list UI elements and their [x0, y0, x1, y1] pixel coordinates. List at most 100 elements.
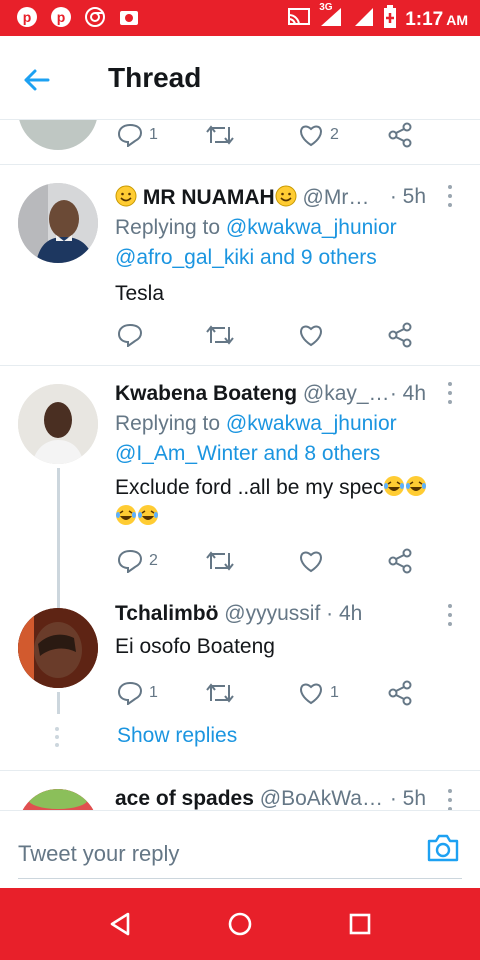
svg-text:p: p — [57, 9, 66, 25]
heart-icon — [300, 551, 322, 573]
retweet-button[interactable] — [205, 120, 235, 150]
reply-button[interactable] — [117, 320, 149, 350]
reply-button[interactable]: 1 — [117, 678, 158, 708]
home-circle-icon — [228, 912, 252, 936]
heart-icon — [300, 325, 322, 347]
camera-button[interactable] — [426, 833, 462, 869]
like-count: 2 — [330, 126, 339, 143]
heart-icon — [300, 125, 322, 147]
more-options-button[interactable] — [442, 602, 458, 628]
like-button[interactable] — [298, 320, 330, 350]
display-name[interactable]: Kwabena Boateng — [115, 382, 297, 405]
pinterest-icon: p — [50, 6, 72, 28]
reply-others-link[interactable]: @afro_gal_kiki and 9 others — [115, 246, 377, 269]
nav-back-button[interactable] — [100, 906, 140, 942]
retweet-icon — [206, 683, 234, 703]
reply-icon — [117, 681, 143, 705]
signal-3g-icon: 3G — [319, 2, 345, 33]
handle[interactable]: @Mr… — [303, 186, 370, 209]
reply-count: 2 — [149, 552, 158, 569]
like-button[interactable]: 1 — [298, 678, 339, 708]
avatar[interactable] — [18, 384, 98, 464]
handle[interactable]: @yyyussif — [224, 602, 320, 625]
share-icon — [388, 122, 412, 148]
avatar[interactable] — [18, 183, 98, 263]
retweet-button[interactable] — [205, 546, 235, 576]
nav-home-button[interactable] — [220, 906, 260, 942]
avatar[interactable] — [18, 120, 98, 150]
system-icons: 3G 1:17 AM — [287, 2, 468, 34]
timestamp: · 5h — [389, 787, 426, 810]
share-button[interactable] — [387, 320, 413, 350]
retweet-button[interactable] — [205, 678, 235, 708]
retweet-icon — [206, 125, 234, 145]
display-name[interactable]: Tchalimbö — [115, 602, 218, 625]
laughing-emoji-icon — [116, 505, 136, 525]
retweet-button[interactable] — [205, 320, 235, 350]
handle[interactable]: @kay_… — [303, 382, 390, 405]
tweet[interactable]: Kwabena Boateng @kay_… · 4h Replying to … — [0, 366, 480, 596]
system-nav-bar — [0, 888, 480, 960]
back-button[interactable] — [22, 62, 62, 98]
replying-prefix: Replying to — [115, 216, 221, 239]
partial-tweet[interactable]: 1 2 — [0, 120, 480, 164]
heart-icon — [300, 683, 322, 705]
nav-recents-button[interactable] — [340, 906, 380, 942]
tweet[interactable]: Tchalimbö @yyyussif · 4h Ei osofo Boaten… — [0, 596, 480, 716]
name-line: MR NUAMAH @Mr… — [115, 185, 420, 210]
share-icon — [388, 548, 412, 574]
camera-notification-icon — [118, 6, 140, 28]
reply-button[interactable]: 1 — [117, 120, 158, 150]
name-line: Tchalimbö @yyyussif · 4h — [115, 602, 420, 626]
share-icon — [388, 680, 412, 706]
signal-icon — [353, 6, 375, 33]
reply-count: 1 — [149, 126, 158, 143]
arrow-left-icon — [24, 69, 50, 91]
tweet[interactable]: MR NUAMAH @Mr… · 5h Replying to @kwakwa_… — [0, 165, 480, 365]
thread-connector — [57, 692, 60, 714]
reply-mention[interactable]: @kwakwa_jhunior — [226, 216, 397, 239]
share-button[interactable] — [387, 546, 413, 576]
reply-button[interactable]: 2 — [117, 546, 158, 576]
replying-prefix: Replying to — [115, 412, 221, 435]
chrome-icon — [84, 6, 106, 28]
share-button[interactable] — [387, 678, 413, 708]
display-name[interactable]: ace of spades — [115, 787, 254, 810]
back-triangle-icon — [110, 912, 130, 936]
reply-mention[interactable]: @kwakwa_jhunior — [226, 412, 397, 435]
more-options-button[interactable] — [442, 380, 458, 406]
battery-icon — [383, 5, 397, 34]
network-type-label: 3G — [319, 2, 333, 13]
thread-list[interactable]: 1 2 MR NUAMAH @Mr… · 5h Replying to @kwa… — [0, 120, 480, 810]
handle[interactable]: @BoAkWa… — [260, 787, 383, 810]
reply-input[interactable]: Tweet your reply — [18, 833, 462, 879]
avatar[interactable] — [18, 608, 98, 688]
app-header: Thread — [0, 36, 480, 120]
more-options-button[interactable] — [442, 183, 458, 209]
like-count: 1 — [330, 684, 339, 701]
tweet-text: Tesla — [115, 282, 165, 305]
more-options-button[interactable] — [442, 787, 458, 810]
tweet-text-block: Exclude ford ..all be my spec — [115, 473, 460, 531]
more-replies-dots — [55, 727, 59, 747]
recents-square-icon — [349, 913, 371, 935]
show-replies-link[interactable]: Show replies — [117, 724, 237, 748]
share-button[interactable] — [387, 120, 413, 150]
laughing-emoji-icon — [138, 505, 158, 525]
tweet[interactable]: ace of spades @BoAkWa… · 5h — [0, 771, 480, 810]
like-button[interactable] — [298, 546, 330, 576]
name-line: ace of spades @BoAkWa… — [115, 787, 420, 810]
avatar[interactable] — [18, 789, 98, 810]
name-line: Kwabena Boateng @kay_… — [115, 382, 420, 406]
reply-icon — [117, 549, 143, 573]
reply-composer: Tweet your reply — [0, 810, 480, 888]
reply-placeholder: Tweet your reply — [18, 841, 180, 866]
notification-icons: p p — [16, 6, 140, 28]
tweet-text: Ei osofo Boateng — [115, 635, 275, 658]
reply-others-link[interactable]: @I_Am_Winter and 8 others — [115, 442, 380, 465]
tweet-actions: 1 2 — [115, 120, 415, 150]
like-button[interactable]: 2 — [298, 120, 339, 150]
display-name[interactable]: MR NUAMAH — [143, 186, 275, 209]
share-icon — [388, 322, 412, 348]
status-bar: p p 3G 1:17 AM — [0, 0, 480, 36]
